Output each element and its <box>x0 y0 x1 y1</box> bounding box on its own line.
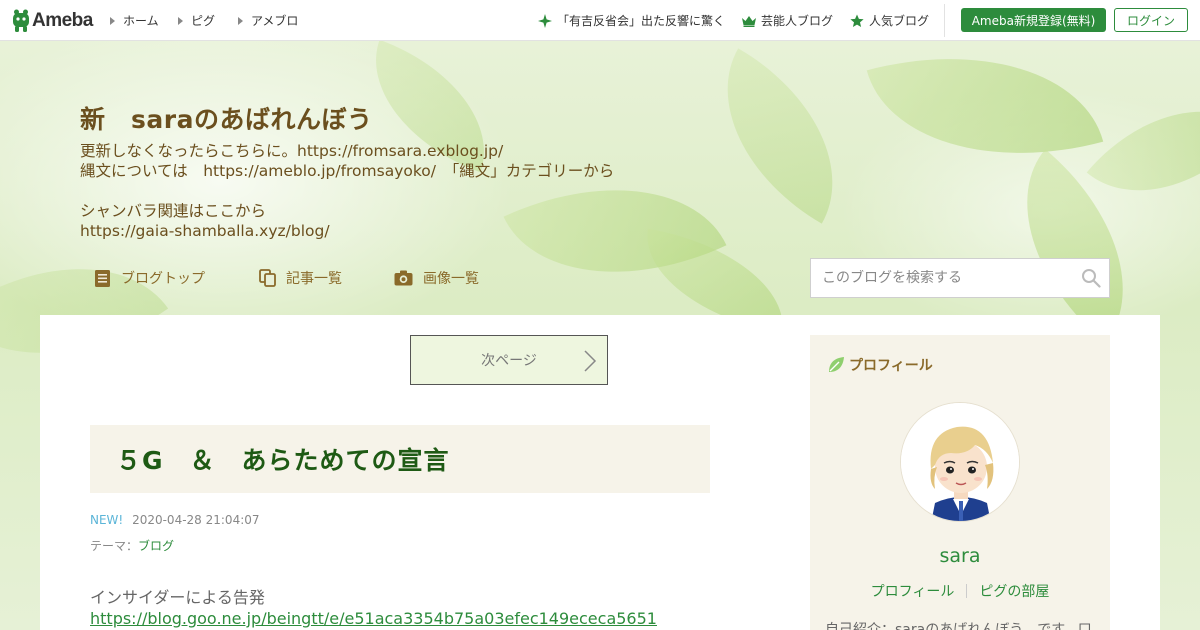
new-badge: NEW! <box>90 513 124 527</box>
blog-title[interactable]: 新 saraのあばれんぼう <box>80 100 372 136</box>
crown-icon <box>742 15 756 27</box>
celebrity-blogs-link[interactable]: 芸能人ブログ <box>742 12 833 29</box>
ameba-logo-icon <box>12 9 30 33</box>
theme-label: テーマ： <box>90 539 139 553</box>
profile-intro: 自己紹介：saraのあばれんぼう です。口 <box>825 622 1092 630</box>
chevron-right-icon <box>238 16 243 25</box>
link-divider <box>966 584 968 598</box>
pig-room-link[interactable]: ピグの部屋 <box>979 581 1049 601</box>
nav-ameblo[interactable]: アメブロ <box>238 12 298 29</box>
blog-description-line: 縄文については https://ameblo.jp/fromsayoko/ 「縄… <box>80 162 615 180</box>
blog-top-label: ブログトップ <box>121 271 205 287</box>
blog-description: 更新しなくなったらこちらに。https://fromsara.exblog.jp… <box>80 141 614 241</box>
profile-heading-label: プロフィール <box>849 358 933 374</box>
trending-news-label: 「有吉反省会」出た反響に驚く <box>557 14 726 28</box>
document-icon <box>95 269 110 287</box>
entry-body-link[interactable]: https://blog.goo.ne.jp/beingtt/e/e51aca3… <box>90 609 657 628</box>
chevron-right-icon <box>110 16 115 25</box>
profile-links: プロフィール ピグの部屋 <box>810 581 1110 601</box>
popular-blogs-link[interactable]: 人気ブログ <box>850 12 929 29</box>
profile-name[interactable]: sara <box>810 545 1110 567</box>
ameba-logo[interactable]: Ameba <box>12 8 93 33</box>
leaf-icon <box>829 357 844 372</box>
profile-heading: プロフィール <box>827 355 933 375</box>
entry-theme: テーマ：ブログ <box>90 537 174 554</box>
profile-link[interactable]: プロフィール <box>871 581 955 601</box>
blog-top-link[interactable]: ブログトップ <box>94 266 205 290</box>
sparkle-icon <box>538 13 552 28</box>
login-button[interactable]: ログイン <box>1114 8 1188 32</box>
entry-title[interactable]: ５G ＆ あらためての宣言 <box>116 441 450 477</box>
nav-pig[interactable]: ピグ <box>178 12 215 29</box>
star-icon <box>850 14 864 27</box>
nav-ameblo-label: アメブロ <box>251 14 299 28</box>
celebrity-blogs-label: 芸能人ブログ <box>761 14 834 28</box>
nav-home[interactable]: ホーム <box>110 12 159 29</box>
blog-description-line: シャンバラ関連はここから <box>80 202 267 220</box>
copy-icon <box>259 269 276 287</box>
blog-description-line: 更新しなくなったらこちらに。https://fromsara.exblog.jp… <box>80 142 504 160</box>
entry-list-label: 記事一覧 <box>286 271 342 287</box>
blog-search-input[interactable] <box>822 270 1072 286</box>
search-icon[interactable] <box>1081 268 1101 292</box>
profile-box: プロフィール sara プロフィール ピグの部屋 自己紹介：saraのあばれんぼ… <box>810 335 1110 630</box>
next-page-label: 次ページ <box>481 353 537 369</box>
entry-body-text: インサイダーによる告発 <box>90 588 265 607</box>
chevron-right-icon <box>178 16 183 25</box>
entry-date: 2020-04-28 21:04:07 <box>132 513 260 527</box>
arrow-right-icon <box>584 350 597 372</box>
entry-header: ５G ＆ あらためての宣言 <box>90 425 710 493</box>
avatar[interactable] <box>900 402 1020 522</box>
header-divider <box>944 4 945 37</box>
image-list-label: 画像一覧 <box>423 271 479 287</box>
register-button[interactable]: Ameba新規登録(無料) <box>961 8 1106 32</box>
trending-news-link[interactable]: 「有吉反省会」出た反響に驚く <box>538 12 725 29</box>
blog-description-line: https://gaia-shamballa.xyz/blog/ <box>80 222 330 240</box>
camera-icon <box>394 270 413 286</box>
blog-search <box>810 258 1110 298</box>
logo-text: Ameba <box>32 9 93 31</box>
theme-link[interactable]: ブログ <box>138 539 174 553</box>
nav-home-label: ホーム <box>123 14 159 28</box>
entry-list-link[interactable]: 記事一覧 <box>259 266 342 290</box>
popular-blogs-label: 人気ブログ <box>869 14 930 28</box>
ameba-header: Ameba ホーム ピグ アメブロ 「有吉反省会」出た反響に驚く 芸能人ブログ … <box>0 0 1200 41</box>
entry-meta: NEW! 2020-04-28 21:04:07 <box>90 513 260 527</box>
nav-pig-label: ピグ <box>191 14 216 28</box>
image-list-link[interactable]: 画像一覧 <box>394 266 479 290</box>
next-page-button[interactable]: 次ページ <box>410 335 608 385</box>
